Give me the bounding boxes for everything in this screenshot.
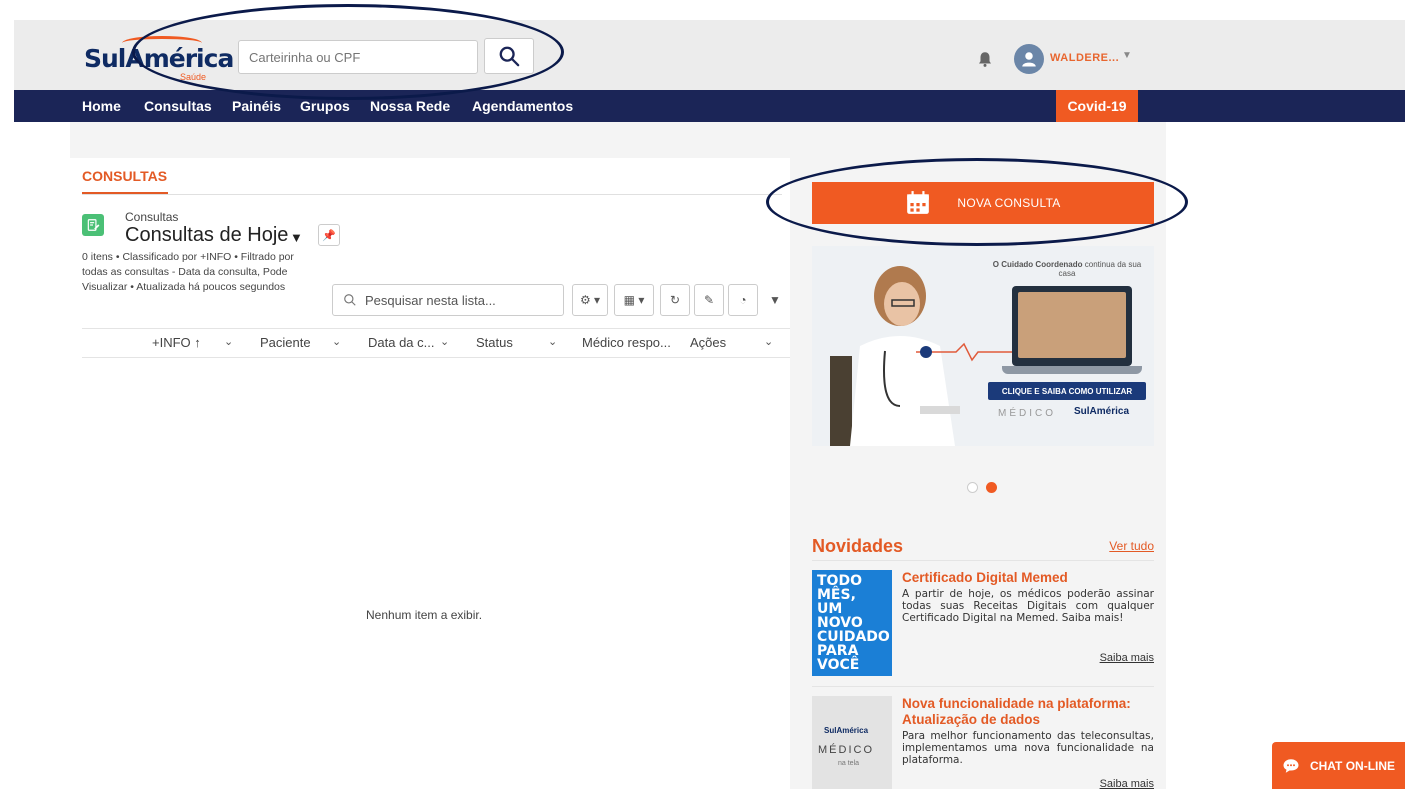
saiba-mais-link-2[interactable]: Saiba mais <box>1100 778 1154 789</box>
news-thumbnail-1[interactable]: TODO MÊS, UM NOVO CUIDADO PARA VOCÊ <box>812 570 892 676</box>
pin-icon: 📌 <box>322 229 336 242</box>
list-search-placeholder: Pesquisar nesta lista... <box>365 293 496 308</box>
news-title-1[interactable]: Certificado Digital Memed <box>902 570 1154 586</box>
list-view-title[interactable]: Consultas de Hoje <box>125 224 288 247</box>
pie-chart-icon: ◔ <box>739 293 747 307</box>
nav-consultas[interactable]: Consultas <box>144 98 212 114</box>
nav-covid-button[interactable]: Covid-19 <box>1056 90 1138 122</box>
nav-home[interactable]: Home <box>82 98 121 114</box>
medico-na-tela-brand: MÉDICO <box>998 408 1056 419</box>
filter-icon: ▼ <box>769 293 781 307</box>
promo-banner[interactable]: O Cuidado Coordenado continua da sua cas… <box>812 246 1154 446</box>
column-paciente[interactable]: Paciente <box>260 335 311 350</box>
banner-cta-button[interactable]: CLIQUE E SAIBA COMO UTILIZAR <box>988 382 1146 400</box>
document-edit-icon <box>87 219 100 231</box>
right-sidebar: NOVA CONSULTA O Cuidado Coordenado conti… <box>812 158 1154 789</box>
display-as-button[interactable]: ▦ ▾ <box>614 284 654 316</box>
nav-nossa-rede[interactable]: Nossa Rede <box>370 98 450 114</box>
carousel-dot-2-active[interactable] <box>986 482 997 493</box>
ver-tudo-link[interactable]: Ver tudo <box>1109 539 1154 553</box>
gear-icon: ⚙ ▾ <box>579 293 601 307</box>
logo-subtext: Saúde <box>180 72 207 82</box>
nav-grupos[interactable]: Grupos <box>300 98 350 114</box>
empty-list-message: Nenhum item a exibir. <box>366 608 483 622</box>
list-settings-button[interactable]: ⚙ ▾ <box>572 284 608 316</box>
caret-down-icon[interactable]: ▼ <box>1122 50 1132 61</box>
chevron-down-icon[interactable]: ⌄ <box>440 335 449 348</box>
table-icon: ▦ ▾ <box>623 293 645 307</box>
search-icon <box>499 46 520 67</box>
filter-button[interactable]: ▼ <box>760 284 790 316</box>
chat-bubble-icon <box>1283 758 1299 773</box>
pin-list-button[interactable]: 📌 <box>318 224 340 246</box>
news-title-2[interactable]: Nova funcionalidade na plataforma: Atual… <box>902 696 1154 728</box>
novidades-divider <box>812 560 1154 561</box>
nova-consulta-label: NOVA CONSULTA <box>957 196 1061 210</box>
nav-paineis[interactable]: Painéis <box>232 98 281 114</box>
list-view-caret-down-icon[interactable]: ▼ <box>290 230 303 245</box>
search-button[interactable] <box>484 38 534 74</box>
table-column-header: +INFO ↑ ⌄ Paciente ⌄ Data da c... ⌄ Stat… <box>82 328 790 358</box>
nova-consulta-button[interactable]: NOVA CONSULTA <box>812 182 1154 224</box>
carousel-dots <box>967 482 997 493</box>
laptop-illustration <box>1012 286 1132 366</box>
tab-underline <box>82 192 168 194</box>
column-medico[interactable]: Médico respo... <box>582 335 671 350</box>
chevron-down-icon[interactable]: ⌄ <box>224 335 233 348</box>
edit-list-button[interactable]: ✎ <box>694 284 724 316</box>
tab-consultas[interactable]: CONSULTAS <box>82 168 167 184</box>
column-data-consulta[interactable]: Data da c... <box>368 335 434 350</box>
carteirinha-search-input[interactable] <box>238 40 478 74</box>
user-name[interactable]: WALDERE... <box>1050 52 1119 64</box>
search-icon <box>344 294 356 306</box>
column-acoes[interactable]: Ações <box>690 335 726 350</box>
refresh-button[interactable]: ↻ <box>660 284 690 316</box>
main-nav: Home Consultas Painéis Grupos Nossa Rede… <box>14 90 1405 122</box>
column-info[interactable]: +INFO ↑ <box>152 335 201 350</box>
list-meta-info: 0 itens • Classificado por +INFO • Filtr… <box>82 251 294 293</box>
sulamerica-logo[interactable]: SulAmérica Saúde <box>84 34 234 82</box>
sulamerica-brand: SulAmérica <box>1074 406 1130 417</box>
chevron-down-icon[interactable]: ⌄ <box>332 335 341 348</box>
page: SulAmérica Saúde WALDERE... ▼ Home Consu… <box>0 0 1405 789</box>
carousel-dot-1[interactable] <box>967 482 978 493</box>
chart-button[interactable]: ◔ <box>728 284 758 316</box>
chat-online-button[interactable]: CHAT ON-LINE <box>1272 742 1405 789</box>
list-object-label: Consultas <box>125 210 179 224</box>
news-divider <box>812 686 1154 687</box>
laptop-base <box>1002 366 1142 374</box>
novidades-title: Novidades <box>812 536 904 556</box>
chevron-down-icon[interactable]: ⌄ <box>548 335 557 348</box>
calendar-icon <box>907 191 930 214</box>
doctors-illustration <box>817 672 887 676</box>
notifications-bell[interactable] <box>976 50 996 70</box>
banner-caption: O Cuidado Coordenado continua da sua cas… <box>992 260 1142 278</box>
list-search-box[interactable]: Pesquisar nesta lista... <box>332 284 564 316</box>
saiba-mais-link-1[interactable]: Saiba mais <box>1100 652 1154 664</box>
panel-divider <box>82 194 782 195</box>
top-header: SulAmérica Saúde WALDERE... ▼ <box>14 20 1405 90</box>
nav-agendamentos[interactable]: Agendamentos <box>472 98 573 114</box>
bell-icon <box>979 52 991 67</box>
column-status[interactable]: Status <box>476 335 513 350</box>
user-avatar[interactable] <box>1014 44 1044 74</box>
logo-text: SulAmérica <box>84 44 234 73</box>
chat-online-label: CHAT ON-LINE <box>1309 758 1396 773</box>
list-object-icon <box>82 214 104 236</box>
pencil-icon: ✎ <box>703 293 715 307</box>
news-body-1: A partir de hoje, os médicos poderão ass… <box>902 588 1154 624</box>
user-avatar-icon <box>1022 52 1036 67</box>
news-body-2: Para melhor funcionamento das teleconsul… <box>902 730 1154 766</box>
chevron-down-icon[interactable]: ⌄ <box>764 335 773 348</box>
refresh-icon: ↻ <box>669 293 681 307</box>
consultas-panel: CONSULTAS Consultas Consultas de Hoje ▼ … <box>70 158 790 789</box>
news-thumbnail-2[interactable]: SulAmérica MÉDICO na tela <box>812 696 892 789</box>
